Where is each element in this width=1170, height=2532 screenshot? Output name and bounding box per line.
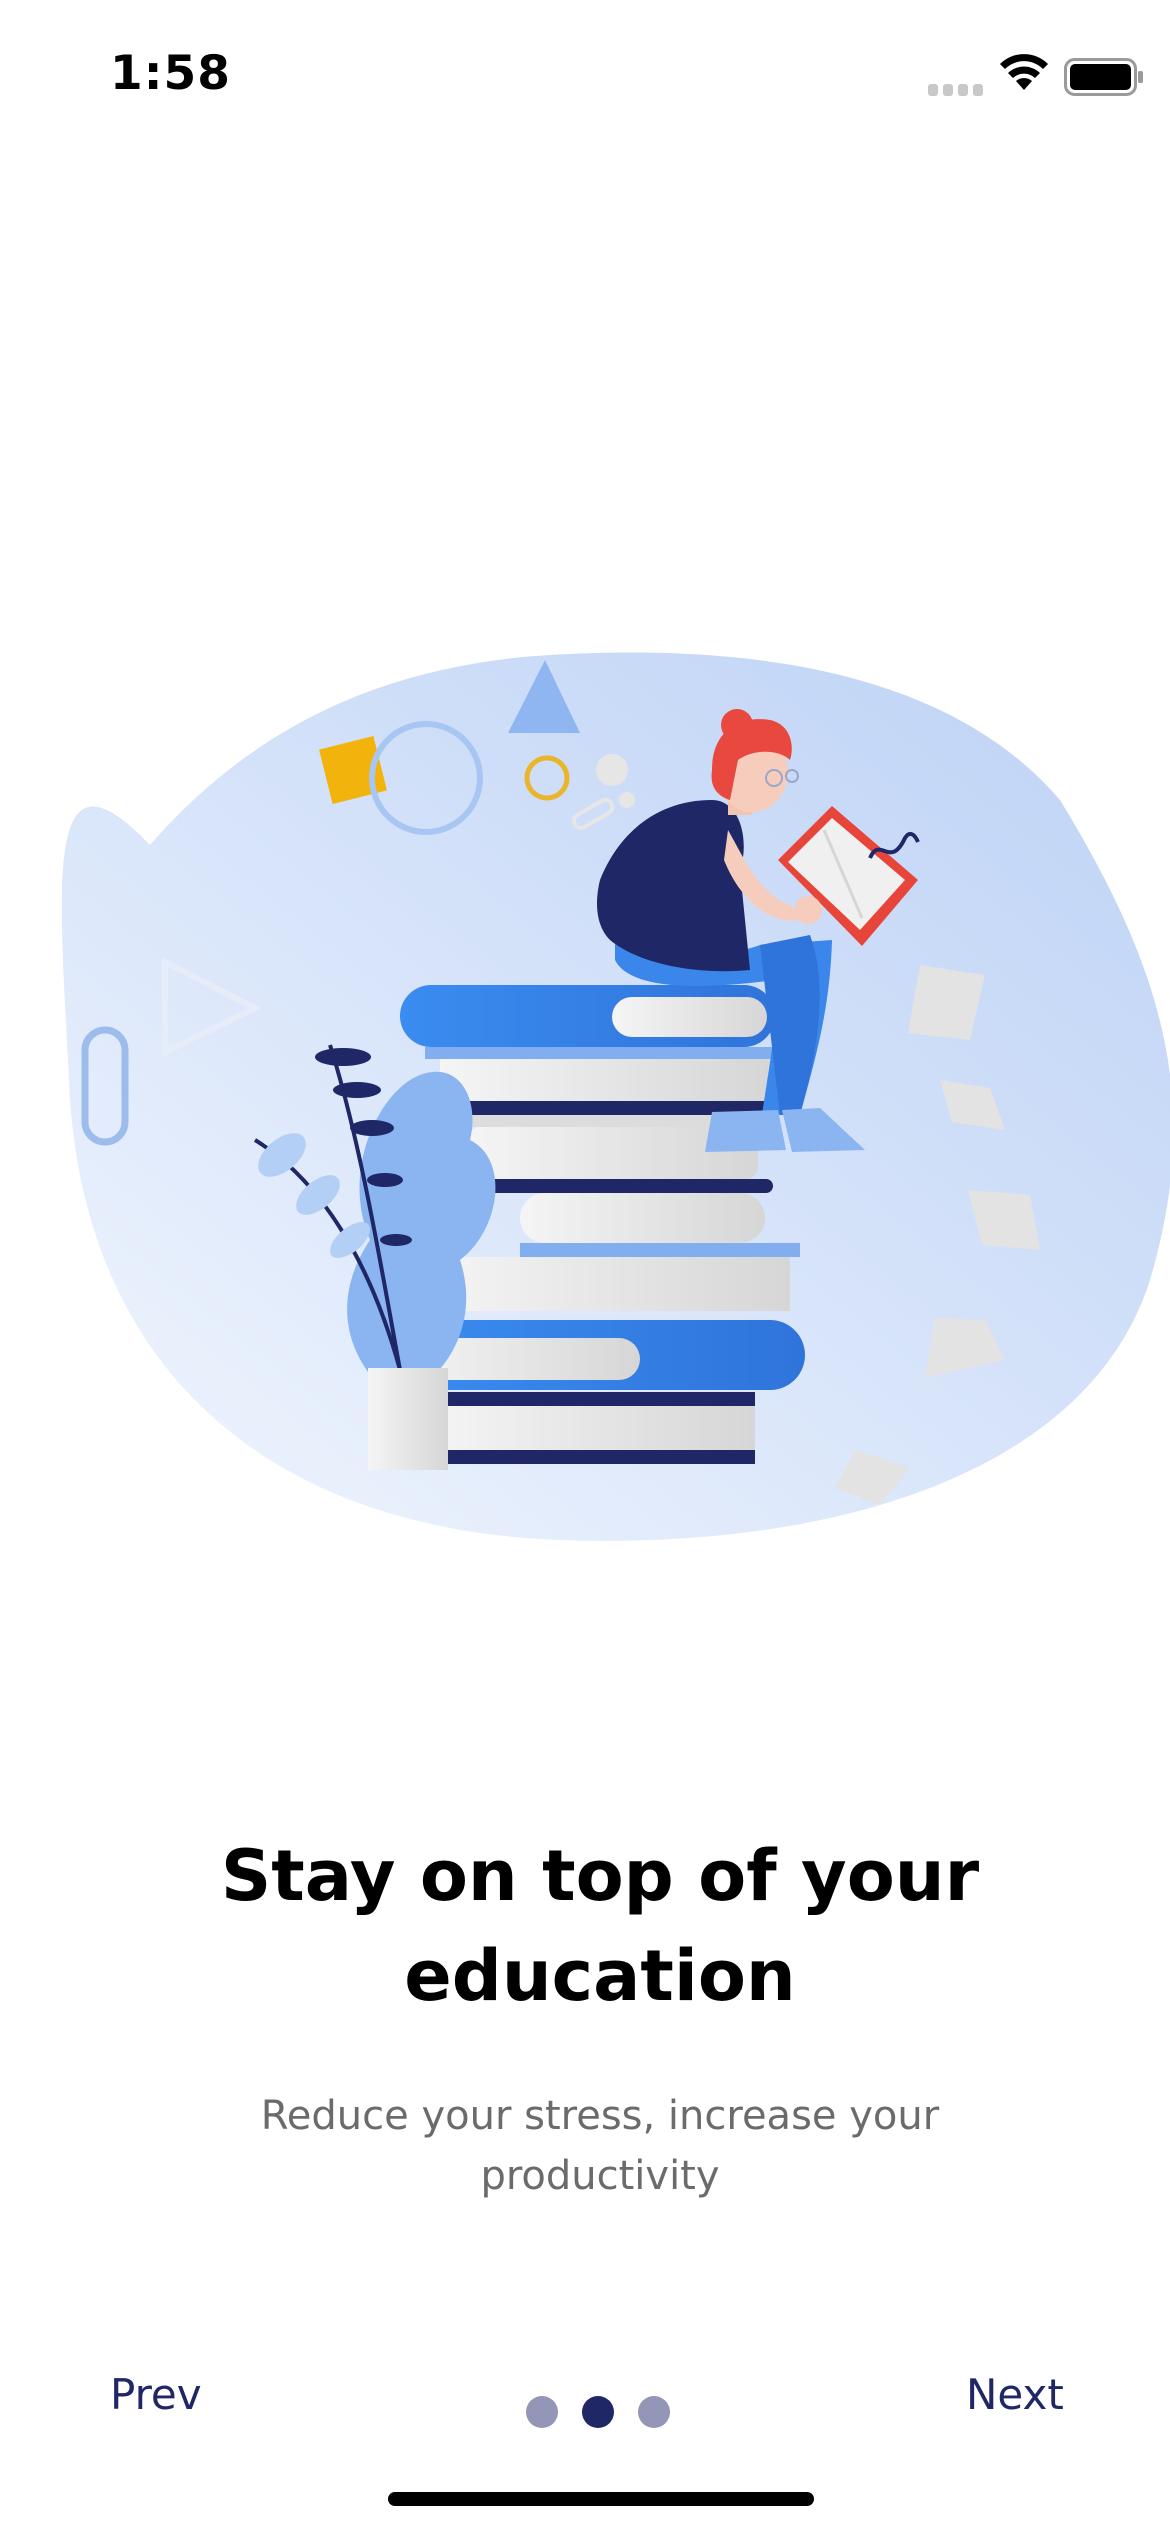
page-subtitle-line-1: Reduce your stress, increase your (260, 2093, 940, 2139)
page-dot-2[interactable] (582, 2396, 614, 2428)
onboarding-illustration (61, 652, 1170, 1541)
page-title-line-1: Stay on top of your (220, 1835, 980, 1917)
page-subtitle: Reduce your stress, increase your produc… (180, 2086, 1020, 2206)
page-subtitle-line-2: productivity (480, 2153, 720, 2199)
page-dot-1[interactable] (526, 2396, 558, 2428)
page-dot-3[interactable] (638, 2396, 670, 2428)
next-button[interactable]: Next (966, 2370, 1064, 2419)
page-title-line-2: education (404, 1935, 796, 2017)
prev-button[interactable]: Prev (110, 2370, 202, 2419)
home-indicator[interactable] (388, 2492, 814, 2506)
page-title: Stay on top of your education (150, 1826, 1050, 2026)
page-indicator (526, 2396, 676, 2430)
